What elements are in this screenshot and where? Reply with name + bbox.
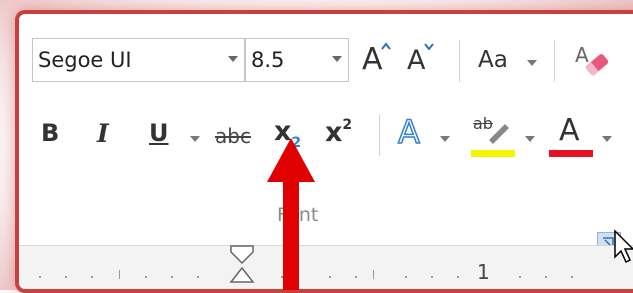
strikethrough-button[interactable]: abc xyxy=(215,126,251,146)
italic-button[interactable]: I xyxy=(97,121,109,146)
caret-up-icon xyxy=(381,42,391,50)
ruler-dot xyxy=(145,276,147,278)
shrink-font-button[interactable]: A xyxy=(407,43,434,76)
chevron-down-icon[interactable] xyxy=(228,56,238,62)
shrink-font-label: A xyxy=(407,45,426,76)
bold-button[interactable]: B xyxy=(41,121,59,145)
ruler-tick xyxy=(119,270,120,279)
ruler-dot xyxy=(171,276,173,278)
chevron-down-icon[interactable] xyxy=(332,56,342,62)
font-name-value: Segoe UI xyxy=(38,48,132,72)
ruler-dot xyxy=(519,276,521,278)
grow-font-label: A xyxy=(362,42,383,77)
font-group-panel: Segoe UI 8.5 A A Aa A B I U abc x2 x2 A … xyxy=(15,10,633,293)
chevron-down-icon[interactable] xyxy=(602,136,612,142)
strikethrough-label: abc xyxy=(215,124,251,148)
separator xyxy=(379,114,380,156)
mouse-pointer-icon xyxy=(614,229,633,264)
ruler-dot xyxy=(457,276,459,278)
svg-text:A: A xyxy=(575,43,589,67)
eraser-icon: A xyxy=(575,43,609,76)
highlight-button[interactable]: ab xyxy=(471,116,515,158)
separator xyxy=(459,40,460,82)
ruler-dot xyxy=(431,276,433,278)
change-case-button[interactable]: Aa xyxy=(478,49,508,72)
ruler-number: 1 xyxy=(477,260,490,284)
ruler-dot xyxy=(355,276,357,278)
highlight-color-bar xyxy=(471,150,515,157)
ruler-dot xyxy=(571,276,573,278)
ruler-dot xyxy=(65,276,67,278)
font-size-combobox[interactable]: 8.5 xyxy=(245,38,349,82)
font-color-button[interactable]: A xyxy=(549,116,593,158)
change-case-label: Aa xyxy=(478,47,508,73)
horizontal-ruler[interactable]: 1 xyxy=(19,244,633,289)
text-effects-button[interactable]: A xyxy=(397,113,420,151)
caret-down-icon xyxy=(424,43,434,50)
text-effects-label: A xyxy=(397,113,420,151)
font-color-bar xyxy=(549,150,593,157)
superscript-button[interactable]: x2 xyxy=(325,118,352,146)
chevron-down-icon[interactable] xyxy=(440,136,450,142)
ruler-dot xyxy=(405,276,407,278)
chevron-down-icon[interactable] xyxy=(190,136,200,142)
superscript-base: x xyxy=(325,117,343,148)
font-size-value: 8.5 xyxy=(251,48,285,72)
red-up-arrow-shaft xyxy=(283,180,299,290)
ruler-dot xyxy=(39,276,41,278)
ruler-dot xyxy=(91,276,93,278)
italic-label: I xyxy=(97,119,109,148)
bold-label: B xyxy=(41,119,60,147)
chevron-down-icon[interactable] xyxy=(527,60,537,66)
pen-icon xyxy=(489,124,509,144)
ruler-dot xyxy=(329,276,331,278)
ruler-tick xyxy=(373,270,374,279)
font-name-combobox[interactable]: Segoe UI xyxy=(32,38,245,82)
underline-button[interactable]: U xyxy=(149,121,169,145)
ruler-dot xyxy=(197,276,199,278)
grow-font-button[interactable]: A xyxy=(362,42,391,77)
red-up-arrow-head xyxy=(267,138,315,182)
separator xyxy=(554,40,555,82)
superscript-index: 2 xyxy=(342,117,353,133)
ruler-dot xyxy=(545,276,547,278)
clear-formatting-button[interactable]: A xyxy=(575,40,611,78)
indent-marker-icon[interactable] xyxy=(227,244,257,284)
font-color-label: A xyxy=(559,113,580,148)
chevron-down-icon[interactable] xyxy=(525,136,535,142)
underline-label: U xyxy=(149,119,169,147)
